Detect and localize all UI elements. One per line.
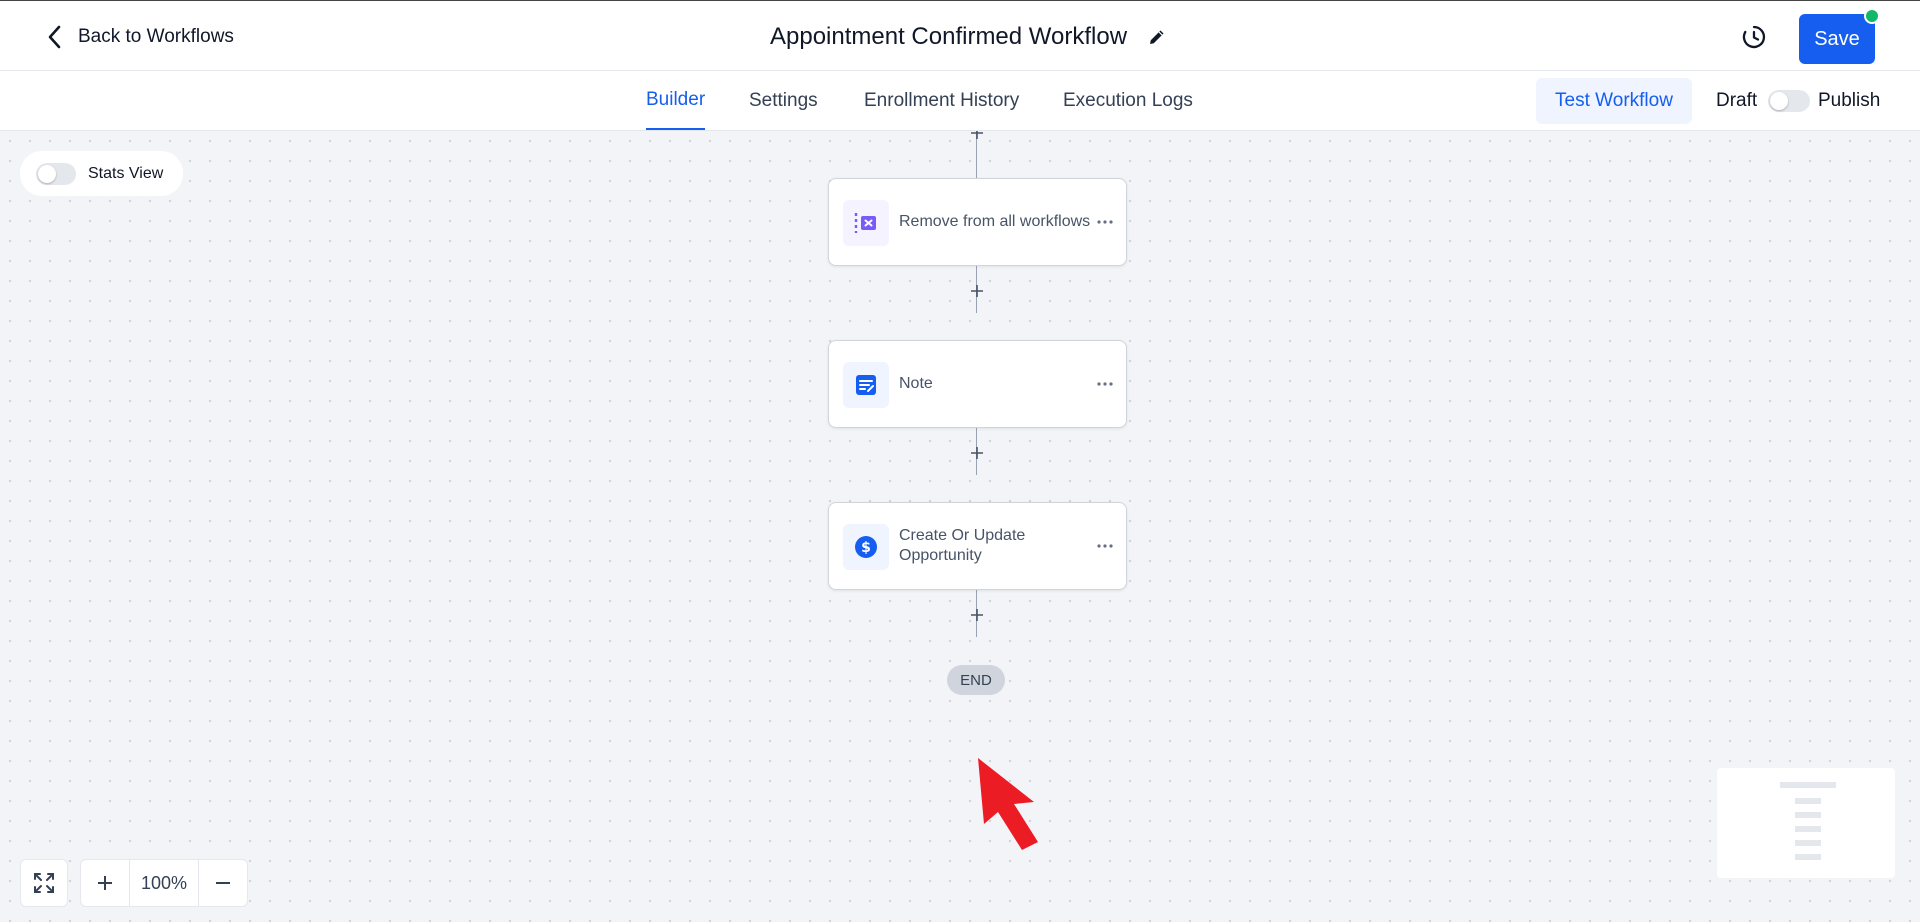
workflow-title-text: Appointment Confirmed Workflow	[770, 23, 1128, 50]
more-horizontal-icon	[1097, 544, 1113, 548]
red-arrow-annotation	[978, 758, 1038, 850]
test-workflow-button[interactable]: Test Workflow	[1536, 78, 1692, 124]
save-button-label: Save	[1814, 27, 1860, 50]
tab-enrollment-history[interactable]: Enrollment History	[864, 71, 1019, 130]
plus-icon	[98, 876, 112, 890]
more-horizontal-icon	[1097, 220, 1113, 224]
minimap-node	[1795, 812, 1821, 818]
add-step-button[interactable]	[967, 443, 987, 463]
minimap-node	[1780, 782, 1836, 788]
plus-icon	[971, 285, 983, 297]
step-label: Create Or Update Opportunity	[899, 527, 1026, 564]
step-label: Remove from all workflows	[899, 213, 1091, 230]
svg-text:$: $	[861, 540, 871, 556]
workflow-step-node[interactable]: Note	[828, 340, 1127, 428]
publish-label: Publish	[1818, 90, 1881, 111]
add-step-button[interactable]	[967, 605, 987, 625]
minimap[interactable]	[1717, 768, 1895, 878]
add-step-button[interactable]	[967, 281, 987, 301]
step-more-menu[interactable]	[1093, 210, 1117, 234]
stats-view-toggle-knob	[38, 164, 56, 183]
zoom-level: 100%	[129, 860, 199, 906]
minus-icon	[216, 882, 230, 884]
back-link-label: Back to Workflows	[78, 26, 234, 47]
back-to-workflows-link[interactable]: Back to Workflows	[44, 21, 234, 53]
remove-workflow-icon	[843, 200, 889, 246]
history-button[interactable]	[1738, 21, 1770, 53]
workflow-step-node[interactable]: $ Create Or Update Opportunity	[828, 502, 1127, 590]
step-more-menu[interactable]	[1093, 534, 1117, 558]
stats-view-toggle[interactable]	[36, 162, 76, 185]
step-label: Note	[899, 375, 933, 392]
top-bar: Back to Workflows Appointment Confirmed …	[0, 0, 1920, 71]
dollar-glyph: $	[855, 536, 877, 558]
workflow-canvas[interactable]: Stats View Remove from all workflows Not…	[0, 131, 1920, 922]
stats-view-control: Stats View	[20, 151, 183, 196]
chevron-left-icon	[48, 25, 61, 49]
zoom-out-button[interactable]	[199, 860, 247, 906]
publish-toggle-knob	[1770, 92, 1788, 110]
zoom-controls: 100%	[80, 859, 248, 907]
stats-view-label: Stats View	[88, 164, 164, 182]
more-horizontal-icon	[1097, 382, 1113, 386]
history-icon	[1742, 25, 1766, 49]
minimap-node	[1795, 798, 1821, 804]
add-step-button[interactable]	[967, 131, 987, 143]
note-icon	[843, 362, 889, 408]
tab-execution-logs[interactable]: Execution Logs	[1063, 71, 1193, 130]
save-button[interactable]: Save	[1799, 8, 1880, 64]
workflow-step-node[interactable]: Remove from all workflows	[828, 178, 1127, 266]
end-marker: END	[947, 665, 1005, 695]
publish-toggle[interactable]	[1768, 90, 1810, 112]
pencil-icon[interactable]	[1147, 27, 1167, 47]
fit-view-button[interactable]	[20, 859, 68, 907]
unsaved-status-dot	[1864, 8, 1880, 24]
plus-icon	[971, 131, 983, 139]
zoom-in-button[interactable]	[81, 860, 129, 906]
workflow-title: Appointment Confirmed Workflow	[770, 20, 1167, 54]
expand-icon	[34, 873, 54, 893]
minimap-node	[1795, 826, 1821, 832]
step-more-menu[interactable]	[1093, 372, 1117, 396]
remove-workflow-glyph	[854, 213, 876, 233]
plus-icon	[971, 447, 983, 459]
minimap-node	[1795, 854, 1821, 860]
tab-bar: Builder Settings Enrollment History Exec…	[0, 71, 1920, 131]
dollar-icon: $	[843, 524, 889, 570]
minimap-node	[1795, 840, 1821, 846]
tab-builder[interactable]: Builder	[646, 71, 706, 130]
tab-settings[interactable]: Settings	[749, 71, 818, 130]
draft-label: Draft	[1716, 90, 1758, 111]
note-glyph	[856, 375, 876, 395]
plus-icon	[971, 609, 983, 621]
